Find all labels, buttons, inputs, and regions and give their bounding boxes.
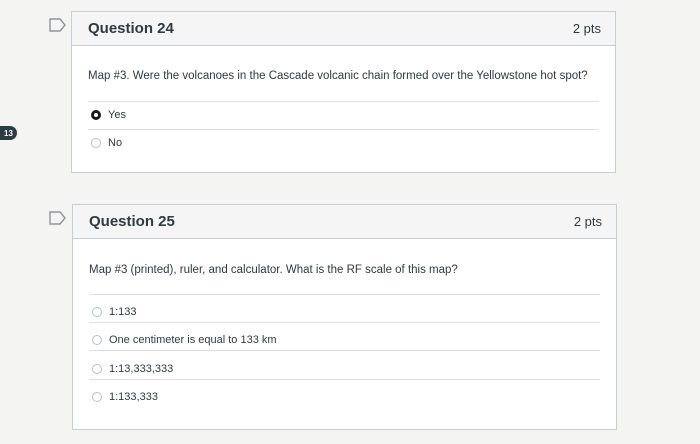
question-24: Question 24 2 pts Map #3. Were the volca…: [71, 11, 616, 173]
divider: [89, 294, 600, 295]
divider: [88, 129, 599, 130]
flag-question-icon[interactable]: [49, 211, 66, 225]
question-text: Map #3 (printed), ruler, and calculator.…: [89, 264, 458, 276]
question-header: Question 25 2 pts: [73, 205, 616, 239]
answer-option[interactable]: 1:13,333,333: [92, 363, 173, 375]
divider: [89, 379, 600, 380]
answer-option[interactable]: No: [91, 137, 122, 149]
question-text: Map #3. Were the volcanoes in the Cascad…: [88, 70, 588, 82]
radio-button[interactable]: [92, 335, 102, 345]
divider: [88, 101, 599, 102]
question-title: Question 24: [88, 20, 174, 37]
question-title: Question 25: [89, 213, 175, 230]
question-points: 2 pts: [572, 21, 601, 36]
quiz-page: 13 Question 24 2 pts Map #3. Were the vo…: [0, 0, 700, 444]
answer-option[interactable]: Yes: [91, 109, 126, 121]
answer-option[interactable]: 1:133,333: [92, 391, 158, 403]
answer-option[interactable]: 1:133: [92, 306, 137, 318]
answer-label: One centimeter is equal to 133 km: [109, 334, 277, 346]
question-body: Map #3 (printed), ruler, and calculator.…: [73, 239, 616, 429]
radio-button[interactable]: [92, 392, 102, 402]
question-header: Question 24 2 pts: [72, 12, 615, 46]
radio-button-selected[interactable]: [91, 110, 101, 120]
question-number-badge: 13: [0, 126, 17, 140]
divider: [89, 322, 600, 323]
answer-label: 1:133: [109, 306, 137, 318]
flag-question-icon[interactable]: [49, 18, 66, 32]
question-points: 2 pts: [573, 214, 602, 229]
radio-button[interactable]: [92, 307, 102, 317]
answer-label: 1:13,333,333: [109, 363, 174, 375]
divider: [89, 350, 600, 351]
answer-label: 1:133,333: [109, 391, 158, 403]
answer-option[interactable]: One centimeter is equal to 133 km: [92, 334, 277, 346]
question-25: Question 25 2 pts Map #3 (printed), rule…: [72, 204, 617, 430]
answer-label: Yes: [108, 109, 126, 121]
radio-button[interactable]: [91, 138, 101, 148]
question-body: Map #3. Were the volcanoes in the Cascad…: [72, 46, 615, 172]
radio-button[interactable]: [92, 364, 102, 374]
answer-label: No: [108, 137, 123, 149]
